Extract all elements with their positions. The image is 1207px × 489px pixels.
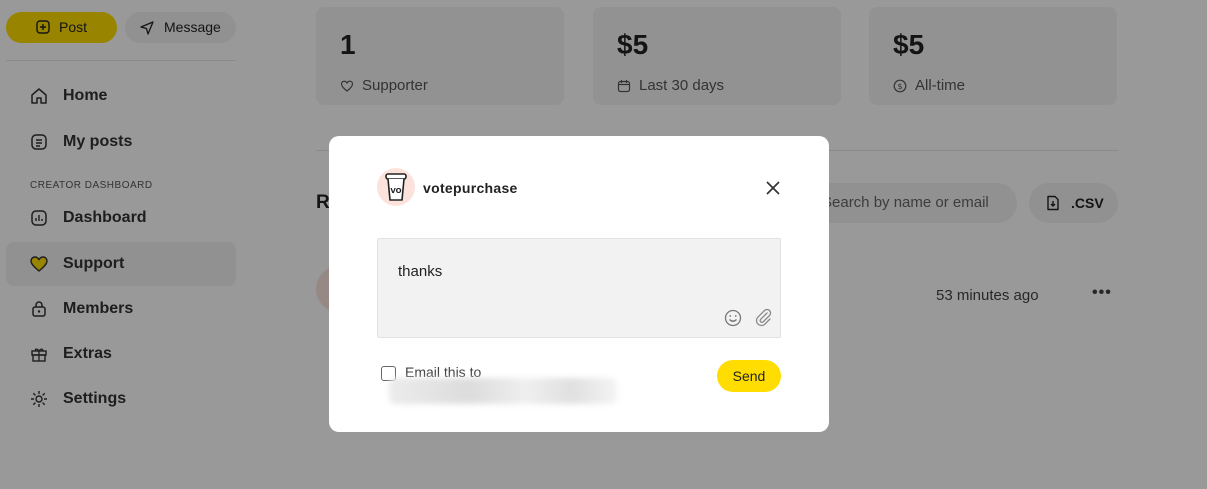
modal-username: votepurchase: [423, 180, 518, 196]
message-textarea[interactable]: thanks: [377, 238, 781, 338]
close-icon[interactable]: [765, 180, 781, 196]
emoji-icon[interactable]: [724, 309, 742, 327]
redacted-email: [389, 378, 617, 404]
coffee-cup-avatar-icon: VO: [385, 173, 407, 201]
avatar: VO: [377, 168, 415, 206]
message-text: thanks: [398, 263, 443, 280]
svg-text:VO: VO: [390, 187, 401, 195]
send-button[interactable]: Send: [717, 360, 781, 392]
paperclip-icon[interactable]: [753, 307, 773, 327]
reply-modal: VO votepurchase thanks Email this to Sen…: [329, 136, 829, 432]
